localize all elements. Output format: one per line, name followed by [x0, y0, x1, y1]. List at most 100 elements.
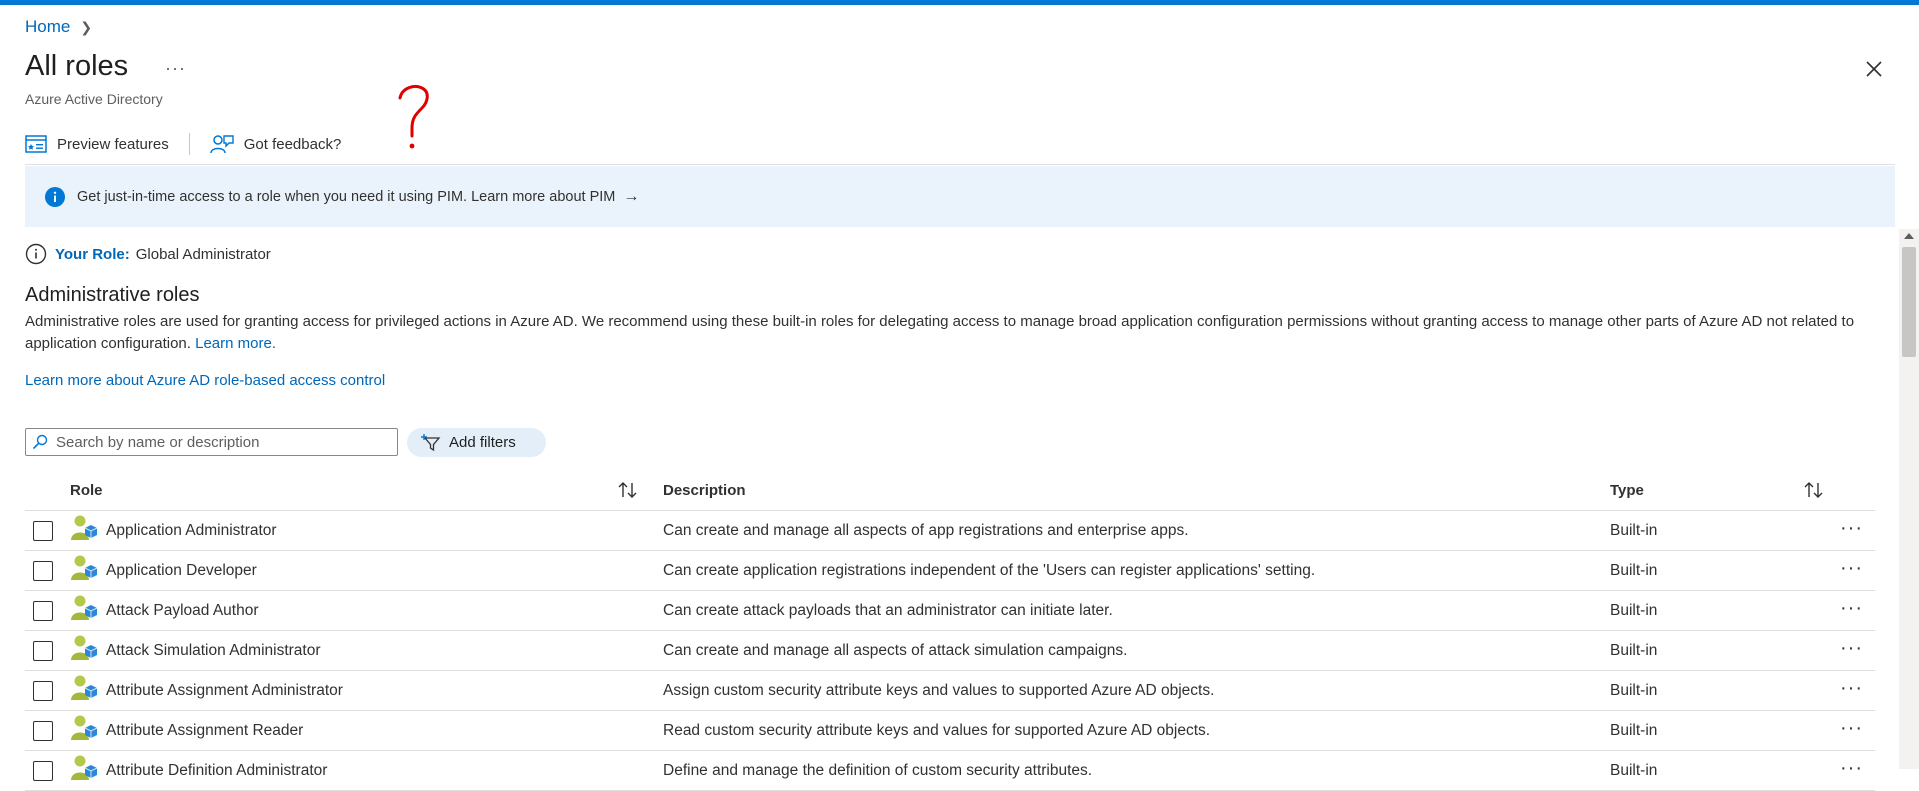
info-outline-icon [25, 243, 47, 265]
scroll-up-icon[interactable] [1904, 233, 1914, 239]
role-name-link[interactable]: Attack Payload Author [106, 602, 259, 620]
table-row[interactable]: Attribute Definition Administrator Define… [25, 751, 1875, 791]
role-icon [70, 753, 98, 788]
search-input[interactable]: Search by name or description [25, 428, 398, 456]
role-cell: Attack Simulation Administrator [70, 633, 321, 668]
arrow-right-icon[interactable]: → [623, 188, 639, 206]
your-role-value: Global Administrator [135, 245, 271, 263]
row-checkbox[interactable] [33, 720, 53, 741]
preview-features-icon [25, 135, 47, 153]
more-options-button[interactable]: ··· [165, 58, 186, 79]
column-header-type[interactable]: Type [1610, 482, 1644, 499]
table-row[interactable]: Attribute Assignment Reader Read custom s… [25, 711, 1875, 751]
role-cell: Application Administrator [70, 513, 277, 548]
table-row[interactable]: Attack Payload Author Can create attack p… [25, 591, 1875, 631]
role-type: Built-in [1610, 681, 1658, 699]
role-description: Can create and manage all aspects of app… [663, 521, 1189, 539]
role-name-link[interactable]: Attribute Definition Administrator [106, 762, 327, 780]
filter-icon [421, 433, 441, 451]
role-icon [70, 673, 98, 708]
section-description-text: Administrative roles are used for granti… [25, 313, 1855, 352]
vertical-scrollbar[interactable] [1899, 229, 1919, 769]
role-cell: Application Developer [70, 553, 257, 588]
role-name-link[interactable]: Attack Simulation Administrator [106, 642, 321, 660]
role-description: Can create and manage all aspects of att… [663, 641, 1128, 659]
row-checkbox[interactable] [33, 520, 53, 541]
role-description: Can create attack payloads that an admin… [663, 601, 1113, 619]
column-header-description: Description [663, 481, 746, 499]
table-row[interactable]: Application Developer Can create applicat… [25, 551, 1875, 591]
row-more-options-button[interactable]: ··· [1840, 597, 1863, 620]
role-name-link[interactable]: Application Administrator [106, 522, 277, 540]
search-placeholder: Search by name or description [56, 433, 260, 451]
preview-features-button[interactable]: Preview features [25, 135, 169, 153]
close-icon[interactable] [1862, 57, 1886, 81]
role-name-link[interactable]: Attribute Assignment Reader [106, 722, 303, 740]
role-icon [70, 713, 98, 748]
row-more-options-button[interactable]: ··· [1840, 717, 1863, 740]
role-cell: Attack Payload Author [70, 593, 259, 628]
table-row[interactable]: Application Administrator Can create and … [25, 511, 1875, 551]
role-type: Built-in [1610, 761, 1658, 779]
question-mark-annotation [398, 84, 429, 149]
add-filters-label: Add filters [449, 434, 516, 451]
role-type: Built-in [1610, 521, 1658, 539]
role-icon [70, 513, 98, 548]
role-cell: Attribute Definition Administrator [70, 753, 327, 788]
role-description: Assign custom security attribute keys an… [663, 681, 1215, 699]
feedback-button[interactable]: Got feedback? [209, 134, 342, 154]
breadcrumb: Home ❯ [25, 17, 92, 37]
role-type: Built-in [1610, 561, 1658, 579]
row-more-options-button[interactable]: ··· [1840, 637, 1863, 660]
row-checkbox[interactable] [33, 680, 53, 701]
table-body: Application Administrator Can create and … [25, 511, 1875, 791]
row-checkbox[interactable] [33, 600, 53, 621]
pim-banner-text[interactable]: Get just-in-time access to a role when y… [77, 189, 615, 205]
portal-top-bar [0, 0, 1919, 5]
table-row[interactable]: Attribute Assignment Administrator Assign… [25, 671, 1875, 711]
sort-icon[interactable] [617, 481, 639, 499]
your-role-label: Your Role: [55, 245, 130, 263]
role-cell: Attribute Assignment Administrator [70, 673, 343, 708]
info-icon [45, 186, 65, 207]
table-header: Role Description Type [25, 470, 1875, 511]
role-cell: Attribute Assignment Reader [70, 713, 303, 748]
role-description: Can create application registrations ind… [663, 561, 1316, 579]
table-row[interactable]: Attack Simulation Administrator Can creat… [25, 631, 1875, 671]
rbac-learn-more-link[interactable]: Learn more about Azure AD role-based acc… [25, 372, 385, 389]
row-more-options-button[interactable]: ··· [1840, 517, 1863, 540]
role-icon [70, 553, 98, 588]
row-checkbox[interactable] [33, 760, 53, 781]
row-more-options-button[interactable]: ··· [1840, 557, 1863, 580]
command-bar: Preview features Got feedback? [25, 130, 341, 158]
role-type: Built-in [1610, 641, 1658, 659]
page-title: All roles [25, 50, 129, 82]
role-icon [70, 593, 98, 628]
feedback-label: Got feedback? [243, 135, 342, 153]
scrollbar-thumb[interactable] [1902, 247, 1916, 357]
toolbar-divider [188, 133, 190, 155]
role-type: Built-in [1610, 721, 1658, 739]
pim-info-banner: Get just-in-time access to a role when y… [25, 166, 1895, 227]
role-name-link[interactable]: Application Developer [106, 562, 257, 580]
search-icon [32, 434, 48, 450]
role-icon [70, 633, 98, 668]
feedback-icon [209, 135, 234, 154]
sort-icon[interactable] [1803, 481, 1825, 499]
add-filters-button[interactable]: Add filters [407, 428, 546, 457]
breadcrumb-home-link[interactable]: Home [25, 17, 70, 37]
learn-more-link[interactable]: Learn more. [195, 335, 276, 352]
row-more-options-button[interactable]: ··· [1840, 677, 1863, 700]
roles-table: Role Description Type Application Admini… [25, 470, 1875, 791]
row-checkbox[interactable] [33, 560, 53, 581]
role-name-link[interactable]: Attribute Assignment Administrator [106, 682, 343, 700]
section-description: Administrative roles are used for granti… [25, 311, 1855, 355]
preview-features-label: Preview features [57, 135, 169, 153]
header-divider [25, 164, 1895, 165]
chevron-right-icon: ❯ [80, 18, 93, 35]
column-header-role[interactable]: Role [70, 482, 103, 499]
row-checkbox[interactable] [33, 640, 53, 661]
section-title: Administrative roles [25, 284, 200, 306]
role-description: Define and manage the definition of cust… [663, 761, 1093, 779]
page-subtitle: Azure Active Directory [25, 91, 163, 107]
